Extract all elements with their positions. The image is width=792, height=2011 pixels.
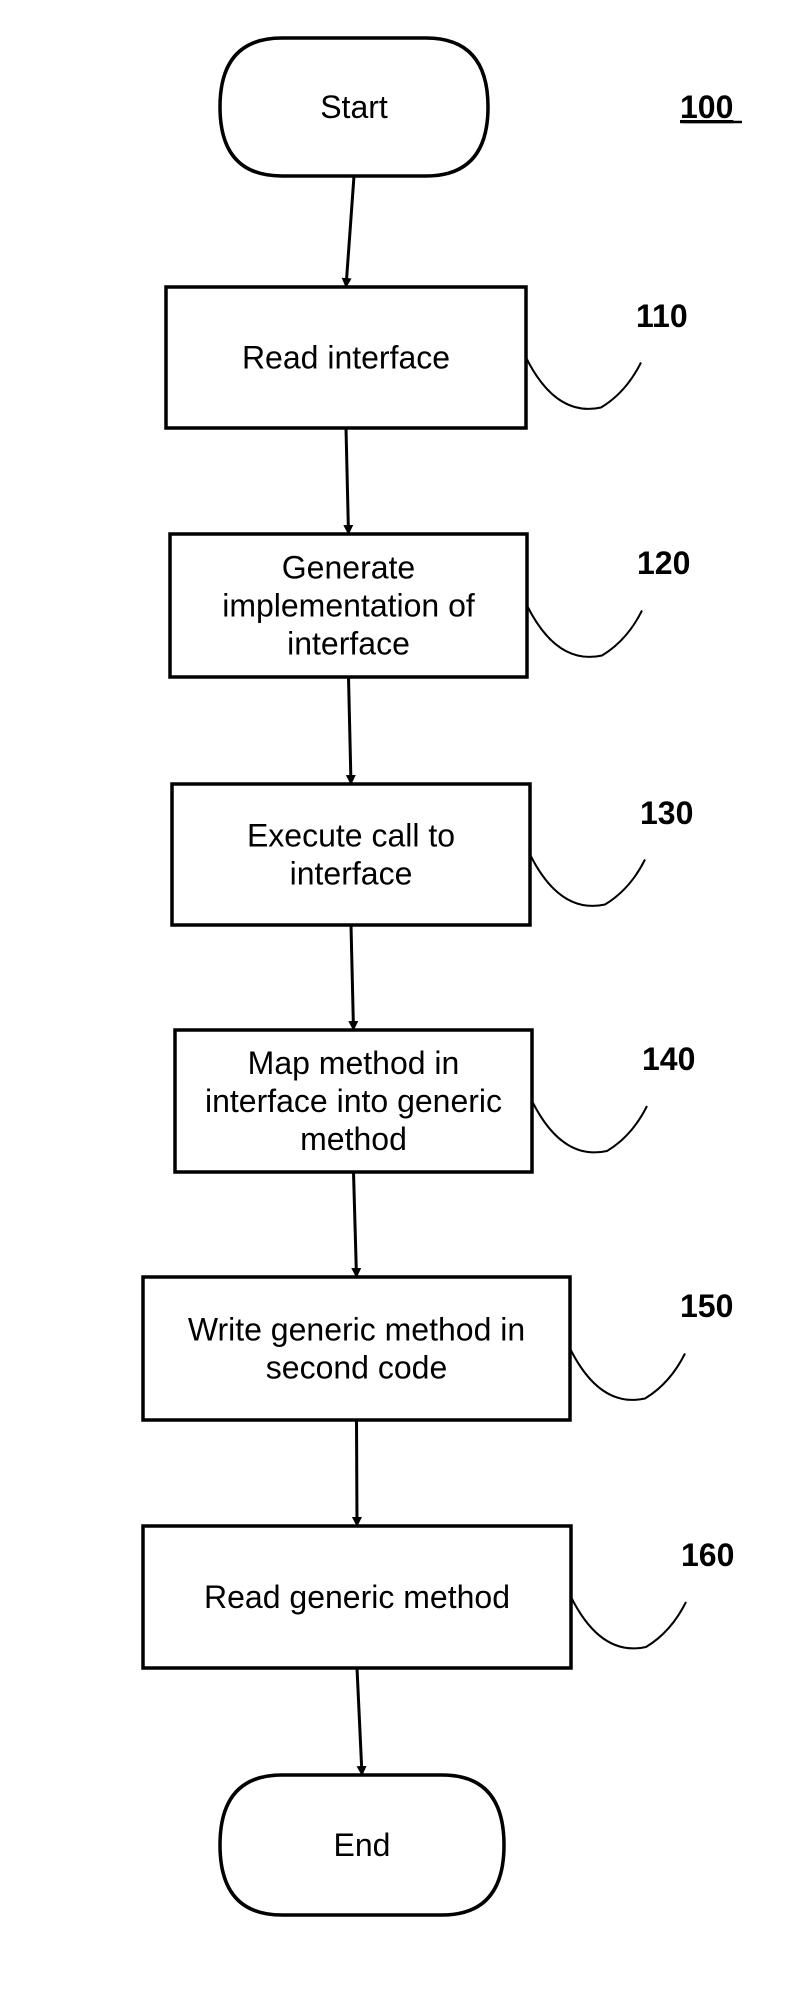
flow-arrow [345, 676, 356, 785]
step-150-leader-line [569, 1348, 686, 1401]
step-160-reference: 160 [681, 1537, 734, 1573]
step-120-text-line: Generate [282, 550, 415, 586]
flowchart: 100 Start End Read interface 110 Generateimp… [141, 36, 742, 1917]
step-140-text-line: Map method in [248, 1045, 460, 1081]
start-label: Start [320, 89, 388, 125]
step-130-reference: 130 [640, 795, 693, 831]
flow-arrow [351, 1419, 362, 1527]
step-120-reference: 120 [637, 545, 690, 581]
step-120-leader-line [526, 605, 643, 658]
step-120-text-line: implementation of [222, 588, 475, 624]
step-160-leader-line [570, 1596, 687, 1650]
step-120-text-line: interface [287, 626, 410, 662]
step-110-leader-line [525, 357, 642, 410]
step-140-text-line: method [300, 1121, 407, 1157]
end-label: End [334, 1827, 391, 1863]
step-130-leader-line [529, 854, 646, 907]
step-150-text-line: Write generic method in [188, 1312, 525, 1348]
step-150-reference: 150 [680, 1288, 733, 1324]
step-130-text-line: interface [290, 856, 413, 892]
step-150-box [141, 1275, 572, 1422]
flow-arrow [341, 175, 356, 288]
flow-arrow [348, 924, 359, 1031]
step-140-reference: 140 [642, 1041, 695, 1077]
figure-reference-label: 100 [680, 89, 733, 125]
flow-arrow [355, 1667, 367, 1776]
step-140-leader-line [531, 1100, 648, 1154]
step-130-text-line: Execute call to [247, 818, 455, 854]
step-110-text-line: Read interface [242, 340, 450, 376]
step-160-text-line: Read generic method [204, 1579, 510, 1615]
step-110-reference: 110 [636, 298, 688, 334]
flow-arrow [351, 1171, 362, 1278]
step-130-box [170, 782, 532, 927]
step-140-text-line: interface into generic [205, 1083, 502, 1119]
step-150-text-line: second code [266, 1350, 447, 1386]
flow-arrow [343, 427, 354, 535]
